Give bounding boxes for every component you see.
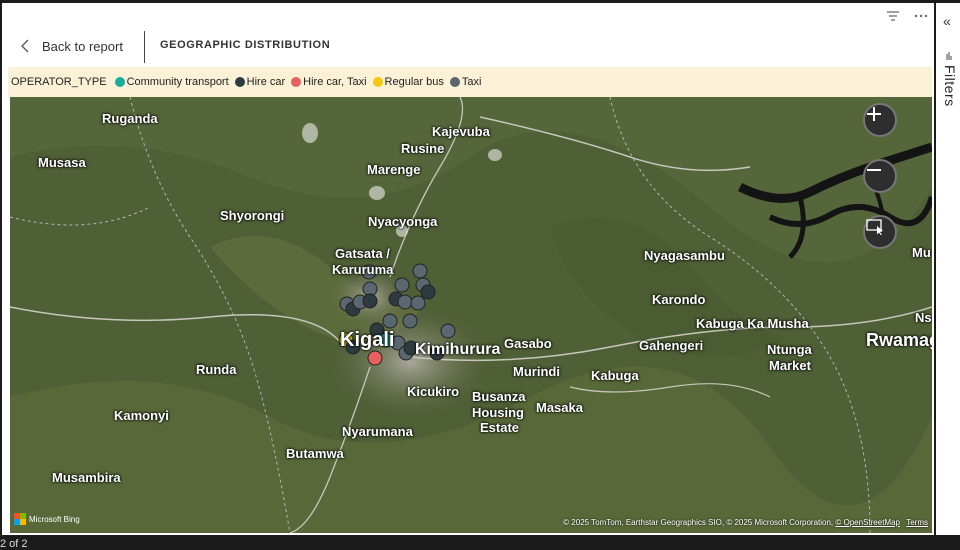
- legend-title: OPERATOR_TYPE: [11, 76, 107, 88]
- place-label: Musasa: [38, 155, 86, 170]
- selection-tool-button[interactable]: [863, 215, 897, 249]
- terms-link[interactable]: Terms: [906, 518, 928, 527]
- legend-item-regular-bus[interactable]: Regular bus: [372, 76, 444, 88]
- legend-label: Community transport: [126, 76, 229, 88]
- zoom-out-button[interactable]: [863, 159, 897, 193]
- legend: OPERATOR_TYPE Community transport Hire c…: [8, 67, 932, 97]
- place-label: Ns: [915, 310, 932, 325]
- bing-logo: Microsoft Bing: [14, 513, 80, 525]
- place-label: Kabuga: [591, 368, 639, 383]
- back-to-report-button[interactable]: Back to report: [20, 35, 123, 57]
- satellite-map-background: [10, 97, 932, 533]
- legend-dot: [449, 77, 460, 87]
- place-label: Estate: [480, 420, 520, 435]
- place-label: Kimihurura: [415, 341, 501, 358]
- filter-icon[interactable]: [886, 9, 900, 21]
- place-label: Marenge: [367, 162, 421, 177]
- legend-label: Regular bus: [384, 76, 444, 88]
- legend-dot: [114, 77, 125, 87]
- place-label: Market: [769, 358, 811, 373]
- place-label: Masaka: [536, 400, 583, 415]
- filter-funnel-icon: [946, 47, 952, 60]
- place-label: Gahengeri: [639, 338, 704, 353]
- page-status: 2 of 2: [0, 538, 28, 550]
- place-label: Gatsata /: [335, 246, 390, 261]
- minus-icon: [867, 169, 881, 171]
- header-divider: [144, 31, 145, 63]
- map-visual[interactable]: Ruganda Kajevuba Rusine Musasa Marenge S…: [10, 97, 932, 533]
- bing-label: Microsoft Bing: [29, 514, 80, 524]
- more-options-icon[interactable]: [914, 9, 928, 21]
- attribution-text: © 2025 TomTom, Earthstar Geographics SIO…: [563, 518, 834, 527]
- place-label: Kajevuba: [432, 124, 490, 139]
- legend-dot: [372, 77, 383, 87]
- visual-header-icons: [886, 9, 928, 21]
- microsoft-logo-icon: [14, 513, 26, 525]
- legend-dot: [291, 77, 302, 87]
- place-label: Shyorongi: [220, 208, 285, 223]
- place-label: Housing: [472, 405, 524, 420]
- openstreetmap-link[interactable]: © OpenStreetMap: [835, 518, 900, 527]
- legend-label: Hire car: [246, 76, 286, 88]
- legend-item-hire-car-taxi[interactable]: Hire car, Taxi: [291, 76, 367, 88]
- app-frame: Back to report GEOGRAPHIC DISTRIBUTION O…: [0, 0, 960, 550]
- place-label: Butamwa: [286, 446, 344, 461]
- place-label: Busanza: [472, 389, 526, 404]
- select-area-icon: [866, 219, 883, 235]
- legend-dot: [234, 77, 245, 87]
- place-label: Nyacyonga: [368, 214, 438, 229]
- legend-label: Taxi: [461, 76, 482, 88]
- place-label: Nyagasambu: [644, 248, 725, 263]
- place-label: Ruganda: [102, 111, 158, 126]
- place-label: Nyarumana: [342, 424, 413, 439]
- map-attribution: © 2025 TomTom, Earthstar Geographics SIO…: [563, 518, 928, 527]
- place-label: Kigali: [340, 329, 395, 351]
- report-canvas: Back to report GEOGRAPHIC DISTRIBUTION O…: [2, 3, 934, 535]
- legend-item-taxi[interactable]: Taxi: [449, 76, 482, 88]
- plus-icon: [867, 107, 881, 121]
- place-label: Kabuga Ka Musha: [696, 316, 809, 331]
- place-label: Mu: [912, 245, 931, 260]
- legend-label: Hire car, Taxi: [303, 76, 367, 88]
- place-label: Rwamaga: [866, 330, 932, 350]
- place-label: Karuruma: [332, 262, 394, 277]
- page-title: GEOGRAPHIC DISTRIBUTION: [160, 39, 331, 51]
- chevron-left-icon: [20, 39, 30, 53]
- page-header: Back to report GEOGRAPHIC DISTRIBUTION: [2, 25, 934, 67]
- place-label: Musambira: [52, 470, 121, 485]
- place-label: Gasabo: [504, 336, 552, 351]
- zoom-in-button[interactable]: [863, 103, 897, 137]
- expand-filters-icon[interactable]: «: [943, 13, 951, 29]
- place-label: Rusine: [401, 141, 445, 156]
- place-label: Karondo: [652, 292, 706, 307]
- filters-label: Filters: [942, 65, 958, 107]
- place-label: Murindi: [513, 364, 560, 379]
- place-label: Ntunga: [767, 342, 812, 357]
- filters-pane-collapsed[interactable]: « Filters: [936, 3, 960, 535]
- place-label: Kamonyi: [114, 408, 169, 423]
- place-label: Kicukiro: [407, 384, 460, 399]
- legend-item-community-transport[interactable]: Community transport: [114, 76, 229, 88]
- legend-item-hire-car[interactable]: Hire car: [234, 76, 286, 88]
- place-label: Runda: [196, 362, 237, 377]
- back-to-report-label: Back to report: [42, 38, 123, 54]
